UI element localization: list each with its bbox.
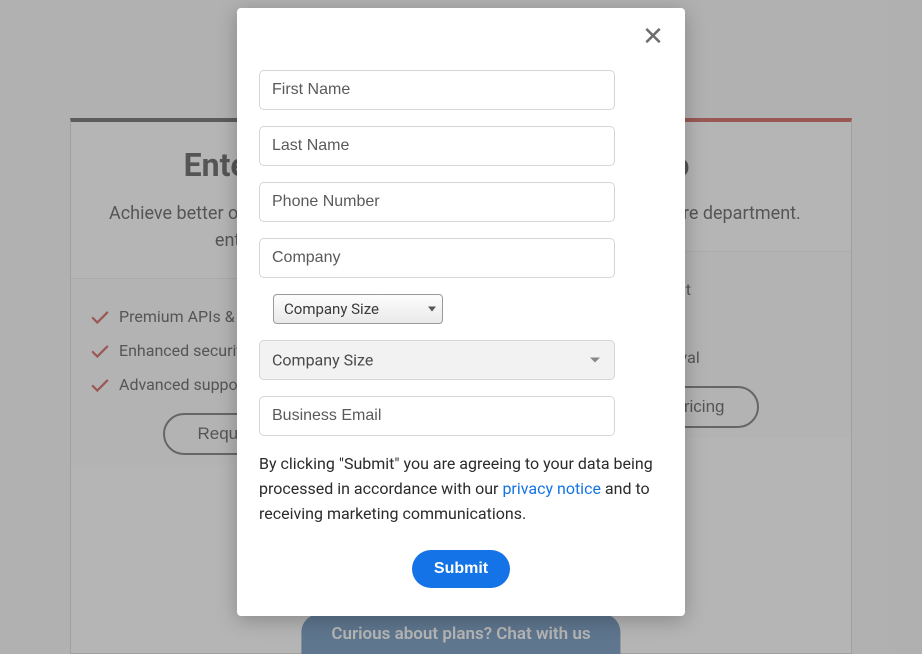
company-size-select-small[interactable]: Company Size: [273, 294, 443, 324]
form-modal: ✕ Company Size Company Size By clicking …: [237, 8, 685, 616]
last-name-input[interactable]: [259, 126, 615, 166]
consent-text: By clicking "Submit" you are agreeing to…: [259, 452, 663, 526]
business-email-input[interactable]: [259, 396, 615, 436]
submit-button[interactable]: Submit: [412, 550, 510, 588]
chevron-down-icon: [590, 358, 600, 363]
form-fields: Company Size Company Size: [259, 70, 663, 436]
company-size-select[interactable]: Company Size: [259, 340, 615, 380]
chevron-down-icon: [428, 307, 436, 312]
first-name-input[interactable]: [259, 70, 615, 110]
close-icon: ✕: [642, 23, 664, 49]
select-label: Company Size: [284, 300, 379, 318]
privacy-notice-link[interactable]: privacy notice: [502, 479, 601, 498]
phone-number-input[interactable]: [259, 182, 615, 222]
company-input[interactable]: [259, 238, 615, 278]
select-label: Company Size: [272, 351, 373, 370]
close-button[interactable]: ✕: [639, 22, 667, 50]
